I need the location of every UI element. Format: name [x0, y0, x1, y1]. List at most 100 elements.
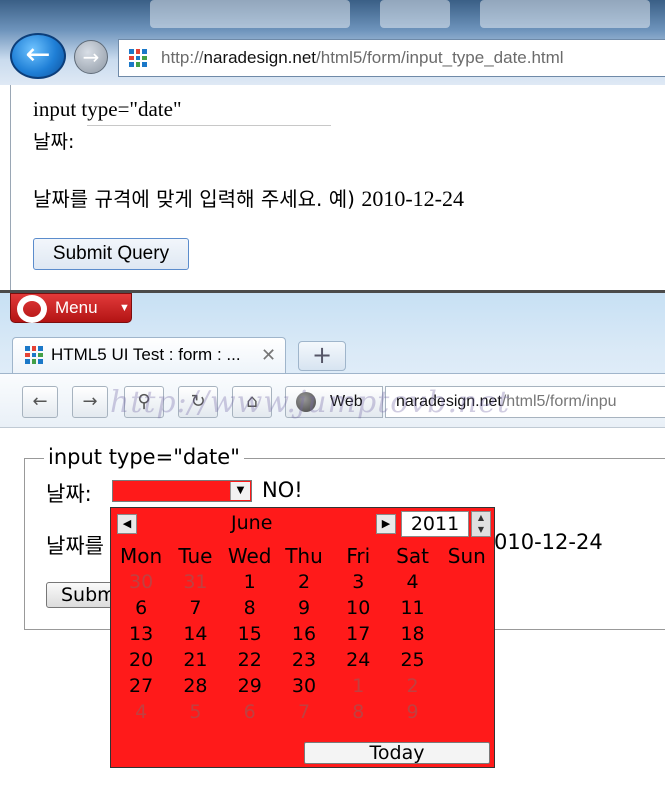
calendar-day[interactable]: 10: [331, 597, 385, 619]
date-label: 날짜:: [46, 482, 92, 506]
tab-html5-ui-test[interactable]: HTML5 UI Test : form : ... ✕: [12, 337, 286, 373]
calendar-day[interactable]: 23: [277, 649, 331, 671]
today-button[interactable]: Today: [304, 742, 490, 764]
calendar-day[interactable]: [440, 701, 494, 723]
calendar-day[interactable]: 8: [223, 597, 277, 619]
site-favicon-icon: [129, 49, 147, 67]
calendar-day[interactable]: [440, 649, 494, 671]
date-picker-popup: ◀ June ▶ 2011 ▲ ▼ Mon Tue Wed Thu Fri Sa…: [110, 507, 495, 768]
opera-menu-button[interactable]: Menu ▼: [10, 293, 132, 323]
opera-logo-icon: [17, 295, 47, 323]
new-tab-button[interactable]: +: [298, 341, 346, 371]
calendar-day[interactable]: 4: [385, 571, 439, 593]
calendar-day[interactable]: 28: [168, 675, 222, 697]
calendar-day[interactable]: 30: [277, 675, 331, 697]
next-month-button[interactable]: ▶: [376, 514, 396, 534]
calendar-day[interactable]: 2: [277, 571, 331, 593]
calendar-day[interactable]: 9: [277, 597, 331, 619]
calendar-week: 13 14 15 16 17 18: [114, 623, 494, 645]
chevron-left-icon: ◀: [122, 517, 132, 530]
submit-button[interactable]: Submit Query: [33, 238, 189, 270]
year-spinner[interactable]: ▲ ▼: [471, 511, 491, 537]
spin-up-icon[interactable]: ▲: [472, 512, 490, 524]
chevron-down-icon: ▼: [119, 302, 130, 314]
help-text: 날짜를 규격에 맞게 입력해 주세요. 예) 2010-12-24: [33, 183, 464, 212]
calendar-day[interactable]: 31: [168, 571, 222, 593]
forward-button[interactable]: →: [74, 40, 108, 74]
weekday-header: Mon Tue Wed Thu Fri Sat Sun: [114, 544, 494, 568]
back-button[interactable]: ←: [22, 386, 58, 418]
calendar-week: 6 7 8 9 10 11: [114, 597, 494, 619]
weekday-label: Thu: [285, 544, 323, 568]
weekday-label: Mon: [120, 544, 163, 568]
site-favicon-icon: [25, 346, 43, 364]
address-path: /html5/form/input_type_date.html: [316, 48, 564, 67]
weekday-label: Wed: [227, 544, 272, 568]
calendar-day[interactable]: 6: [223, 701, 277, 723]
back-arrow-icon: ←: [32, 391, 48, 412]
close-icon[interactable]: ✕: [261, 338, 276, 372]
ie-browser-chrome: ← → http://naradesign.net/html5/form/inp…: [0, 0, 665, 85]
calendar-day[interactable]: 8: [331, 701, 385, 723]
calendar-day[interactable]: 14: [168, 623, 222, 645]
weekday-label: Sun: [447, 544, 486, 568]
calendar-day[interactable]: 13: [114, 623, 168, 645]
prev-month-button[interactable]: ◀: [117, 514, 137, 534]
weekday-label: Tue: [178, 544, 213, 568]
spin-down-icon[interactable]: ▼: [472, 524, 490, 536]
help-text-left: 날짜를: [46, 534, 104, 558]
address-bar[interactable]: http://naradesign.net/html5/form/input_t…: [118, 39, 665, 77]
calendar-day[interactable]: 22: [223, 649, 277, 671]
help-text-korean: 날짜를 규격에 맞게 입력해 주세요. 예): [33, 187, 355, 211]
calendar-day[interactable]: 3: [331, 571, 385, 593]
calendar-day[interactable]: 7: [168, 597, 222, 619]
calendar-week: 20 21 22 23 24 25: [114, 649, 494, 671]
calendar-day[interactable]: 27: [114, 675, 168, 697]
help-text-right: 010-12-24: [494, 530, 603, 554]
back-arrow-icon: ←: [25, 37, 51, 72]
calendar-day[interactable]: 4: [114, 701, 168, 723]
forward-button[interactable]: →: [72, 386, 108, 418]
calendar-day[interactable]: 29: [223, 675, 277, 697]
calendar-day[interactable]: 20: [114, 649, 168, 671]
calendar-day[interactable]: 6: [114, 597, 168, 619]
calendar-day[interactable]: 1: [331, 675, 385, 697]
year-input[interactable]: 2011: [401, 511, 469, 537]
calendar-day[interactable]: 9: [385, 701, 439, 723]
calendar-day[interactable]: 24: [331, 649, 385, 671]
calendar-day[interactable]: 17: [331, 623, 385, 645]
date-picker-field[interactable]: ▼: [112, 480, 252, 502]
calendar-day[interactable]: 1: [223, 571, 277, 593]
forward-arrow-icon: →: [82, 45, 100, 69]
calendar-day[interactable]: 5: [168, 701, 222, 723]
address-scheme: http://: [161, 48, 204, 67]
back-button[interactable]: ←: [10, 33, 66, 79]
calendar-day[interactable]: [440, 623, 494, 645]
date-input[interactable]: [87, 125, 331, 155]
address-path: /html5/form/inpu: [501, 393, 617, 410]
calendar-week: 4 5 6 7 8 9: [114, 701, 494, 723]
dropdown-arrow-icon[interactable]: ▼: [230, 482, 250, 500]
calendar-day[interactable]: [440, 675, 494, 697]
calendar-day[interactable]: 11: [385, 597, 439, 619]
calendar-week: 30 31 1 2 3 4: [114, 571, 494, 593]
chevron-right-icon: ▶: [381, 517, 391, 530]
calendar-day[interactable]: [440, 597, 494, 619]
calendar-day[interactable]: 21: [168, 649, 222, 671]
form-legend: input type="date": [44, 445, 244, 469]
menu-label: Menu: [55, 298, 98, 317]
calendar-day[interactable]: 25: [385, 649, 439, 671]
calendar-day[interactable]: [440, 571, 494, 593]
calendar-day[interactable]: 2: [385, 675, 439, 697]
form-legend: input type="date": [33, 97, 182, 121]
calendar-day[interactable]: 15: [223, 623, 277, 645]
calendar-month: June: [231, 512, 273, 534]
calendar-day[interactable]: 16: [277, 623, 331, 645]
address-domain: naradesign.net: [203, 48, 317, 67]
calendar-day[interactable]: 7: [277, 701, 331, 723]
calendar-day[interactable]: 18: [385, 623, 439, 645]
no-annotation: NO!: [262, 478, 303, 502]
date-label: 날짜:: [33, 131, 75, 153]
calendar-day[interactable]: 30: [114, 571, 168, 593]
ie-page-content: input type="date" 날짜: 날짜를 규격에 맞게 입력해 주세요…: [10, 85, 665, 290]
